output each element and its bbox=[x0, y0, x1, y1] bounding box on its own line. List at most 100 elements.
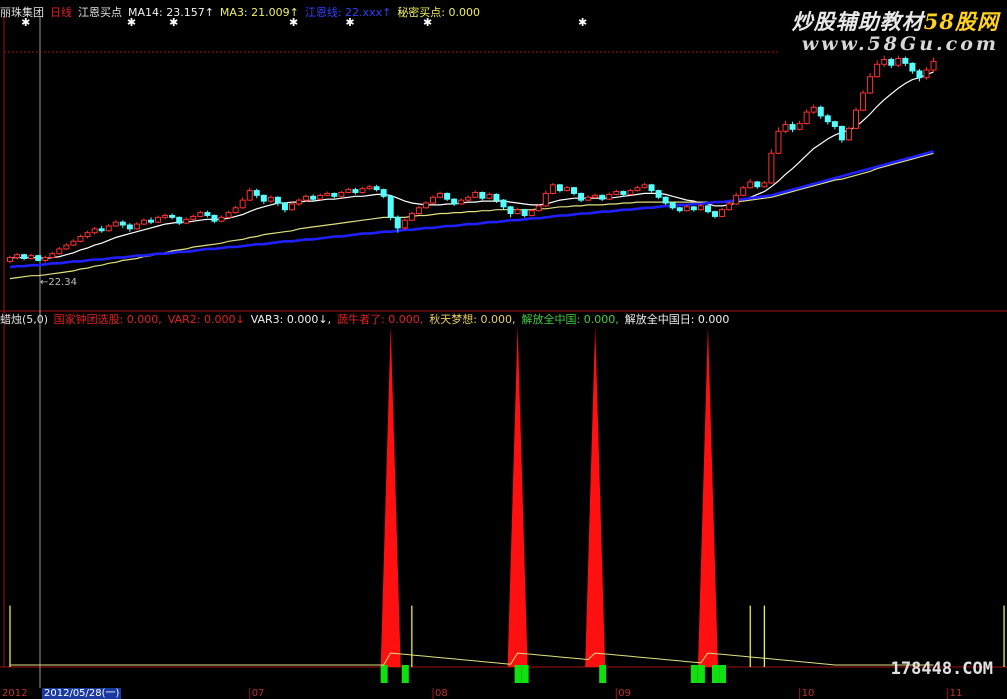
candle-body bbox=[909, 62, 916, 72]
stock-chart[interactable]: ✱ ✱ ✱ ✱ ✱ ✱ ✱ bbox=[0, 0, 1007, 699]
signal-bar-green bbox=[401, 665, 409, 683]
candle-body bbox=[507, 206, 514, 215]
candle-body bbox=[415, 207, 422, 215]
candle-body bbox=[528, 210, 535, 216]
candle-body bbox=[556, 184, 563, 192]
candle-body bbox=[768, 152, 775, 184]
candle-body bbox=[42, 257, 49, 261]
signal-spike-core bbox=[590, 496, 601, 667]
indicator-name[interactable]: 江恩买点 bbox=[78, 6, 122, 19]
candle-body bbox=[260, 194, 267, 202]
candle-body bbox=[669, 202, 676, 209]
indicator-pane-params: (5,0) bbox=[22, 313, 49, 326]
indicator-value-2: VAR3: 0.000↓, bbox=[250, 313, 332, 326]
candle-body bbox=[704, 205, 711, 213]
candle-body bbox=[578, 192, 585, 201]
period-label[interactable]: 日线 bbox=[50, 6, 72, 19]
candle-body bbox=[923, 69, 930, 79]
month-label: 07 bbox=[251, 688, 265, 699]
candle-body bbox=[126, 224, 133, 230]
signal-bar-green bbox=[690, 665, 698, 683]
candle-body bbox=[500, 199, 507, 208]
candle-body bbox=[845, 127, 852, 141]
candle-body bbox=[345, 189, 352, 193]
candle-body bbox=[133, 223, 140, 230]
candle-body bbox=[225, 212, 232, 218]
candle-body bbox=[246, 190, 253, 201]
candle-body bbox=[662, 196, 669, 204]
candle-body bbox=[77, 236, 84, 242]
candle-body bbox=[451, 198, 458, 205]
candle-body bbox=[105, 225, 112, 232]
candle-body bbox=[930, 60, 937, 71]
candle-body bbox=[549, 184, 556, 194]
candle-body bbox=[895, 58, 902, 66]
month-label: 11 bbox=[949, 688, 963, 699]
candle-body bbox=[204, 212, 211, 216]
candle-body bbox=[782, 124, 789, 132]
candle-body bbox=[486, 193, 493, 199]
candle-body bbox=[563, 187, 570, 192]
candle-body bbox=[70, 240, 77, 246]
signal-spike-core bbox=[385, 496, 396, 667]
candle-body bbox=[324, 192, 331, 196]
candle-body bbox=[303, 195, 310, 201]
month-label: 08 bbox=[435, 688, 448, 699]
candle-body bbox=[394, 216, 401, 229]
candle-body bbox=[444, 192, 451, 200]
candle-body bbox=[867, 76, 874, 94]
candle-body bbox=[838, 125, 845, 141]
signal-bar-green bbox=[521, 665, 529, 683]
candle-body bbox=[218, 216, 225, 222]
candle-body bbox=[789, 124, 796, 130]
signal-bar-green bbox=[599, 665, 607, 683]
candle-body bbox=[514, 209, 521, 215]
watermark-title-main: 炒股辅助教材 bbox=[791, 9, 924, 34]
candle-body bbox=[21, 254, 28, 260]
month-label: 10 bbox=[801, 688, 815, 699]
candle-body bbox=[761, 182, 768, 188]
date-cursor-label[interactable]: 2012/05/28(一) bbox=[42, 688, 122, 699]
candle-body bbox=[28, 255, 35, 260]
candle-body bbox=[197, 212, 204, 217]
candle-body bbox=[338, 191, 345, 197]
candle-body bbox=[63, 244, 70, 250]
candle-body bbox=[831, 121, 838, 127]
stock-name[interactable]: 丽珠集团 bbox=[0, 6, 44, 19]
candle-body bbox=[310, 195, 317, 200]
date-axis-stub: 2012 bbox=[2, 688, 28, 699]
candle-body bbox=[274, 196, 281, 204]
blue-line-value: 江恩线: 22.xxx↑ bbox=[304, 6, 392, 19]
signal-bar-green bbox=[514, 665, 522, 683]
candle-body bbox=[190, 215, 197, 220]
candle-body bbox=[155, 216, 162, 223]
ma-white-line bbox=[10, 71, 934, 260]
indicator-pane-name[interactable]: 蜡烛(5,0) bbox=[0, 313, 48, 326]
candle-body bbox=[606, 193, 613, 200]
candle-body bbox=[775, 130, 782, 154]
candle-body bbox=[183, 218, 190, 224]
candle-body bbox=[253, 190, 260, 196]
candle-body bbox=[824, 115, 831, 123]
candle-body bbox=[613, 191, 620, 195]
ma14-value: MA14: 23.157↑ bbox=[128, 6, 214, 19]
candle-body bbox=[289, 203, 295, 211]
candle-body bbox=[902, 58, 909, 64]
candle-body bbox=[14, 254, 21, 259]
candle-body bbox=[331, 192, 338, 197]
watermark-title: 炒股辅助教材58股网 bbox=[792, 6, 999, 36]
ma3-value: MA3: 21.009↑ bbox=[219, 6, 299, 19]
watermark-title-accent: 58股网 bbox=[923, 9, 999, 34]
candle-body bbox=[458, 199, 465, 205]
indicator-value-5: 解放全中国: 0.000, bbox=[521, 313, 619, 326]
month-label: 09 bbox=[618, 688, 632, 699]
signal-bar-green bbox=[380, 665, 388, 683]
candle-body bbox=[627, 190, 634, 195]
ma-yellow-line bbox=[9, 152, 934, 280]
candle-body bbox=[91, 228, 98, 234]
candle-body bbox=[697, 205, 704, 211]
date-axis: 2012 2012/05/28(一) 07 08 09 10 11 bbox=[0, 688, 1007, 699]
ma-blue-line bbox=[9, 150, 934, 269]
candle-body bbox=[803, 111, 810, 125]
candle-body bbox=[853, 109, 859, 129]
